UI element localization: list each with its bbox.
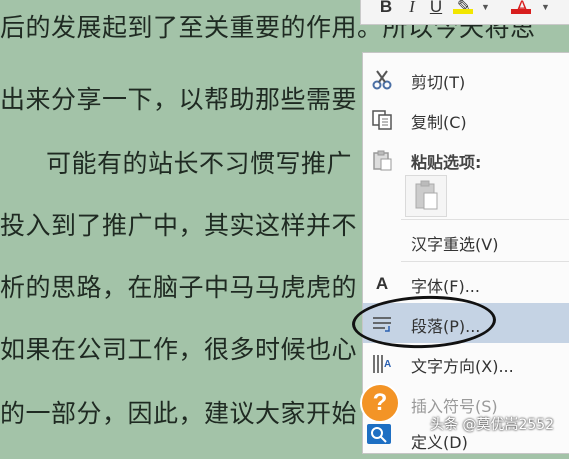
bold-button[interactable]: B	[375, 0, 397, 18]
paste-keep-text-only-button[interactable]	[405, 175, 447, 217]
mini-toolbar: B I U ✎ ▼ A ▼	[360, 0, 569, 25]
doc-line-6: 如果在公司工作，很多时候也心	[0, 335, 358, 364]
menu-item-reconvert[interactable]: 汉字重选(V)	[363, 221, 569, 261]
copy-icon	[371, 109, 393, 131]
font-color-button[interactable]: A	[511, 0, 533, 18]
highlight-color-bar	[453, 9, 473, 14]
text-direction-icon: A	[371, 353, 393, 375]
menu-separator	[401, 219, 569, 220]
font-icon: A	[375, 274, 389, 293]
doc-line-2: 出来分享一下，以帮助那些需要	[0, 85, 358, 114]
scissors-icon	[371, 69, 393, 91]
search-icon	[367, 424, 391, 444]
menu-item-label: 剪切(T)	[411, 73, 466, 92]
menu-item-cut[interactable]: 剪切(T)	[363, 59, 569, 99]
underline-button[interactable]: U	[425, 0, 447, 18]
paste-icon	[371, 149, 393, 171]
svg-text:A: A	[384, 359, 391, 370]
menu-item-label: 汉字重选(V)	[411, 235, 499, 254]
doc-line-5: 析的思路，在脑子中马马虎虎的	[0, 273, 358, 302]
chevron-down-icon[interactable]: ▼	[481, 2, 490, 12]
menu-item-copy[interactable]: 复制(C)	[363, 99, 569, 139]
menu-separator	[401, 261, 569, 262]
menu-section-paste-options: 粘贴选项:	[363, 139, 569, 179]
menu-section-label: 粘贴选项:	[411, 153, 482, 172]
doc-line-3: 可能有的站长不习惯写推广	[46, 149, 353, 178]
clipboard-icon	[415, 180, 438, 210]
italic-button[interactable]: I	[401, 0, 423, 18]
font-color-bar	[511, 9, 531, 14]
menu-item-label: 复制(C)	[411, 113, 467, 132]
highlight-button[interactable]: ✎	[453, 0, 475, 18]
help-icon[interactable]: ?	[360, 383, 400, 423]
chevron-down-icon[interactable]: ▼	[541, 2, 550, 12]
menu-item-font[interactable]: A 字体(F)...	[363, 263, 569, 303]
watermark: 头条 @莫优嵩2552	[430, 417, 555, 433]
menu-item-label: 文字方向(X)...	[411, 357, 514, 376]
doc-line-7: 的一部分，因此，建议大家开始	[0, 399, 358, 428]
doc-line-4: 投入到了推广中，其实这样并不	[0, 211, 358, 240]
menu-item-label: 字体(F)...	[411, 277, 480, 296]
menu-item-text-direction[interactable]: A 文字方向(X)...	[363, 343, 569, 383]
